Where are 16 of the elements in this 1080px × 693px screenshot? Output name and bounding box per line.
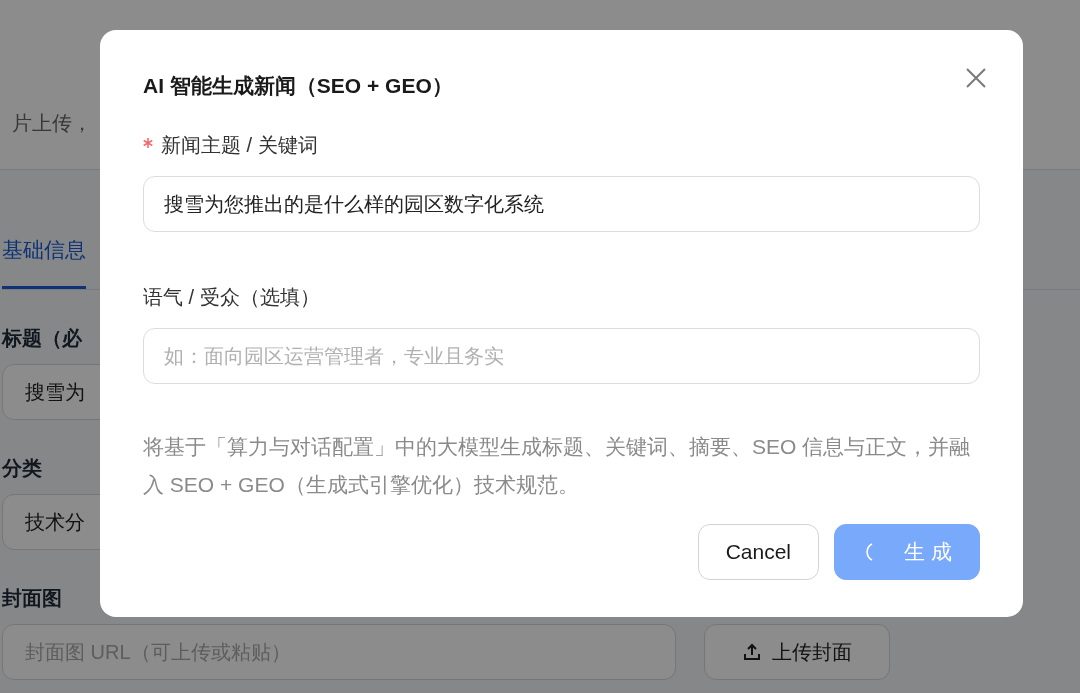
tab[interactable]: 基础信息 [2,236,86,289]
upload-button[interactable]: 上传封面 [704,624,890,680]
upload-icon [742,642,762,662]
input-field[interactable]: 如：面向园区运营管理者，专业且务实 [143,328,980,384]
cancel-button[interactable]: Cancel [697,524,819,580]
input-field[interactable]: 搜雪为您推出的是什么样的园区数字化系统 [143,176,980,232]
field-label: 标题（必 [2,326,82,351]
close-button[interactable] [966,68,986,88]
field-label: 新闻主题 / 关键词 [161,132,318,158]
field-label: 语气 / 受众（选填） [143,284,320,310]
field-label: 分类 [2,456,42,481]
header-text: 片上传， [12,111,92,136]
close-icon [966,68,986,88]
field-label: 封面图 [2,586,62,611]
description-text: 将基于「算力与对话配置」中的大模型生成标题、关键词、摘要、SEO 信息与正文，并融入 SEO + GEO（生成式引擎优化）技术规范。 [143,434,972,498]
dialog-title: AI 智能生成新闻（SEO + GEO） [143,73,453,99]
